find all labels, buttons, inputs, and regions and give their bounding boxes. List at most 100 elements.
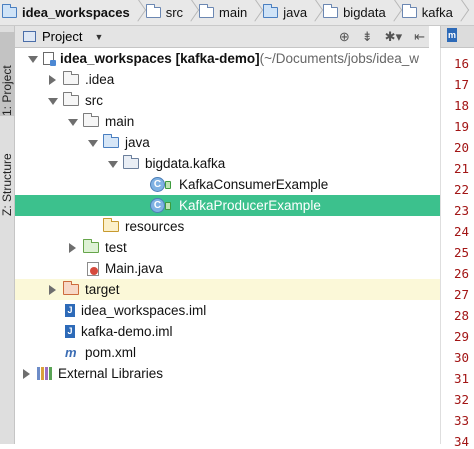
tree-row-idea-workspaces-iml[interactable]: J idea_workspaces.iml — [15, 300, 440, 321]
view-selector-button[interactable]: Project ▼ — [21, 27, 105, 46]
tree-label: Main.java — [105, 261, 163, 276]
tree-row-kafka-consumer[interactable]: C KafkaConsumerExample — [15, 174, 440, 195]
expand-arrow-icon[interactable] — [47, 284, 57, 295]
expand-arrow-icon[interactable] — [47, 74, 57, 85]
breadcrumb-item-idea-workspaces[interactable]: idea_workspaces — [0, 0, 134, 25]
package-icon — [123, 155, 139, 169]
breadcrumb-item-main[interactable]: main — [195, 0, 251, 25]
line-number: 29 — [453, 329, 469, 344]
tree-row-external-libraries[interactable]: External Libraries — [15, 363, 440, 384]
tree-row-idea[interactable]: .idea — [15, 69, 440, 90]
tree-row-kafka-producer[interactable]: C KafkaProducerExample — [15, 195, 440, 216]
libraries-icon — [37, 367, 52, 380]
breadcrumb-label: java — [283, 5, 308, 20]
tree-row-project-root[interactable]: idea_workspaces [kafka-demo] (~/Document… — [15, 48, 440, 69]
tree-row-test[interactable]: test — [15, 237, 440, 258]
expand-arrow-icon[interactable] — [47, 96, 58, 106]
tree-row-src[interactable]: src — [15, 90, 440, 111]
editor-tab-strip: m — [440, 26, 474, 48]
navigation-breadcrumb: idea_workspaces src main java bigdata ka… — [0, 0, 474, 26]
java-file-icon — [87, 261, 99, 276]
breadcrumb-label: src — [165, 5, 184, 20]
line-number: 31 — [453, 371, 469, 386]
tree-label: .idea — [85, 72, 115, 87]
breadcrumb-separator — [390, 0, 398, 25]
collapse-all-icon[interactable]: ⇟ — [362, 29, 373, 45]
tree-row-target[interactable]: target — [15, 279, 440, 300]
tree-label: idea_workspaces.iml — [81, 303, 207, 318]
iml-file-icon: J — [65, 325, 75, 338]
tree-label-path: (~/Documents/jobs/idea_w — [259, 51, 420, 66]
tree-label-bold: idea_workspaces [kafka-demo] — [60, 51, 260, 66]
hide-panel-icon[interactable]: ⇤ — [414, 29, 425, 45]
line-number: 28 — [453, 308, 469, 323]
tree-label: resources — [125, 219, 185, 234]
expand-arrow-icon[interactable] — [67, 242, 77, 253]
tree-label: java — [125, 135, 150, 150]
breadcrumb-item-java[interactable]: java — [259, 0, 311, 25]
class-icon: C — [150, 177, 171, 192]
tree-label: External Libraries — [58, 366, 164, 381]
tree-label: KafkaProducerExample — [179, 198, 321, 213]
line-number: 33 — [453, 413, 469, 428]
resources-folder-icon — [103, 218, 119, 232]
tree-label: pom.xml — [85, 345, 137, 360]
breadcrumb-item-src[interactable]: src — [142, 0, 187, 25]
breadcrumb-label: bigdata — [343, 5, 386, 20]
tab-structure[interactable]: Z: Structure — [0, 124, 15, 216]
breadcrumb-separator — [311, 0, 319, 25]
breadcrumb-label: kafka — [421, 5, 453, 20]
breadcrumb-item-kafka[interactable]: kafka — [398, 0, 457, 25]
tree-row-main-java[interactable]: Main.java — [15, 258, 440, 279]
expand-arrow-icon[interactable] — [87, 138, 98, 148]
test-folder-icon — [83, 239, 99, 253]
editor-gutter: 16 17 18 19 20 21 22 23 24 25 26 27 28 2… — [440, 48, 474, 449]
breadcrumb-separator — [251, 0, 259, 25]
scroll-from-source-icon[interactable]: ⊕ — [339, 29, 350, 45]
line-number: 24 — [453, 224, 469, 239]
panel-toolbar: ⊕ ⇟ ✱▾ ⇤ — [339, 26, 425, 47]
expand-arrow-icon[interactable] — [21, 368, 31, 379]
breadcrumb-item-bigdata[interactable]: bigdata — [319, 0, 390, 25]
project-icon — [43, 52, 56, 66]
chevron-down-icon: ▼ — [94, 31, 104, 42]
breadcrumb-separator — [134, 0, 142, 25]
tree-row-kafka-demo-iml[interactable]: J kafka-demo.iml — [15, 321, 440, 342]
tab-project-label: 1: Project — [0, 65, 14, 116]
line-number: 17 — [453, 77, 469, 92]
project-panel-header: Project ▼ ⊕ ⇟ ✱▾ ⇤ — [15, 26, 429, 48]
tree-row-pom-xml[interactable]: m pom.xml — [15, 342, 440, 363]
tree-label: main — [105, 114, 135, 129]
breadcrumb-label: idea_workspaces — [22, 5, 130, 20]
line-number: 22 — [453, 182, 469, 197]
maven-file-icon[interactable]: m — [447, 28, 457, 42]
tree-row-resources[interactable]: resources — [15, 216, 440, 237]
folder-icon — [83, 113, 99, 127]
package-icon — [323, 4, 339, 18]
folder-icon — [63, 71, 79, 85]
line-number: 32 — [453, 392, 469, 407]
tree-label: KafkaConsumerExample — [179, 177, 329, 192]
line-number: 19 — [453, 119, 469, 134]
tree-label: bigdata.kafka — [145, 156, 226, 171]
tool-window-strip: 1: Project Z: Structure — [0, 26, 15, 444]
tree-row-bigdata-kafka[interactable]: bigdata.kafka — [15, 153, 440, 174]
expand-arrow-icon[interactable] — [27, 54, 38, 64]
folder-icon — [145, 4, 161, 18]
folder-icon — [199, 4, 215, 18]
line-number: 27 — [453, 287, 469, 302]
breadcrumb-label: main — [219, 5, 248, 20]
line-number: 34 — [453, 434, 469, 449]
line-number: 30 — [453, 350, 469, 365]
tree-row-main[interactable]: main — [15, 111, 440, 132]
expand-arrow-icon[interactable] — [107, 159, 118, 169]
tab-project[interactable]: 1: Project — [0, 32, 15, 116]
tree-row-java[interactable]: java — [15, 132, 440, 153]
project-tree: idea_workspaces [kafka-demo] (~/Document… — [15, 48, 440, 444]
source-folder-icon — [103, 134, 119, 148]
excluded-folder-icon — [63, 281, 79, 295]
tree-label: test — [105, 240, 127, 255]
line-number: 26 — [453, 266, 469, 281]
expand-arrow-icon[interactable] — [67, 117, 78, 127]
gear-icon[interactable]: ✱▾ — [385, 29, 402, 45]
